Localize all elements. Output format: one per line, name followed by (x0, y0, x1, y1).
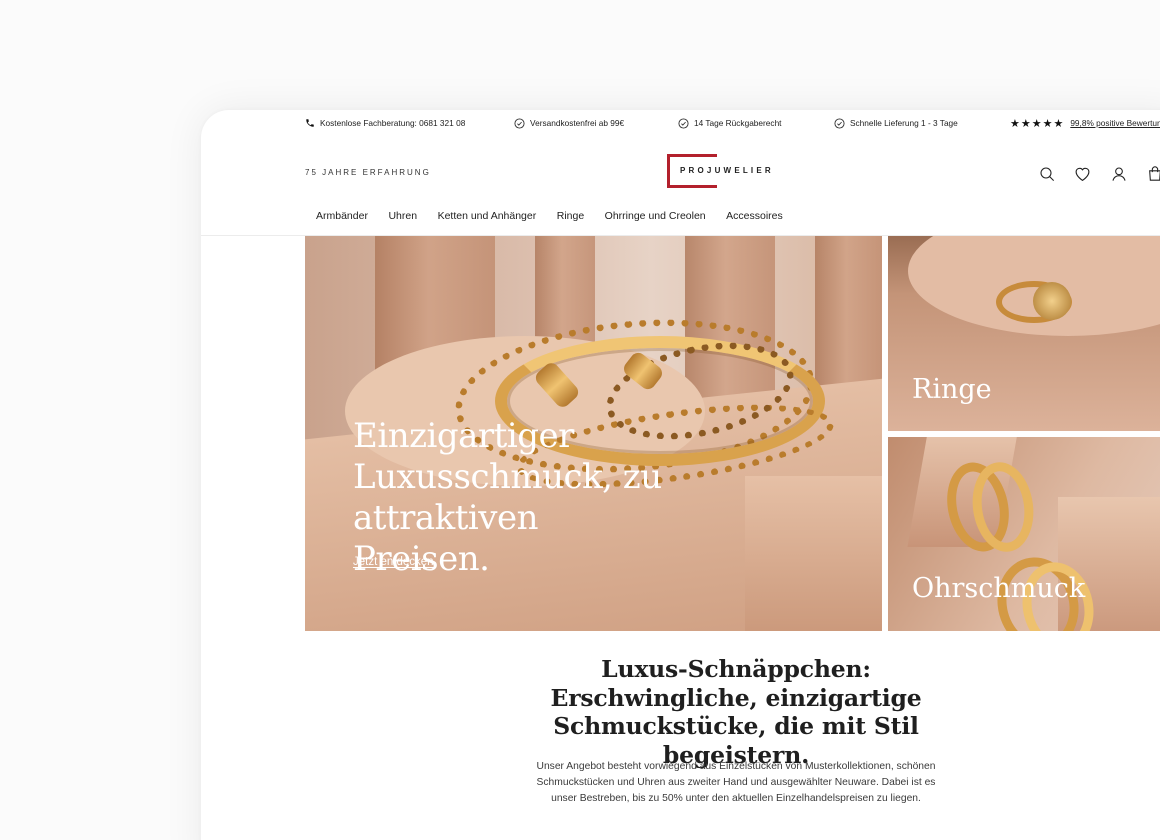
usp-rating[interactable]: ★★★★★ 99,8% positive Bewertungen (1010, 116, 1160, 130)
check-circle-icon (678, 117, 689, 129)
hero-cta-link[interactable]: Jetzt entdecken (353, 556, 434, 568)
usp-shipping-text: Versandkostenfrei ab 99€ (530, 118, 625, 128)
nav-item-ringe[interactable]: Ringe (557, 210, 584, 222)
ring-signet (1033, 282, 1071, 320)
main-navigation: Armbänder Uhren Ketten und Anhänger Ring… (316, 210, 803, 222)
browser-frame: Kostenlose Fachberatung: 0681 321 08 Ver… (201, 110, 1160, 840)
intro-text: Unser Angebot besteht vorwiegend aus Ein… (536, 761, 936, 804)
header-icons (1037, 164, 1160, 183)
user-icon[interactable] (1109, 164, 1128, 183)
nav-item-accessoires[interactable]: Accessoires (726, 210, 783, 222)
rating-link[interactable]: 99,8% positive Bewertungen (1070, 118, 1160, 128)
usp-shipping: Versandkostenfrei ab 99€ (514, 116, 624, 130)
usp-phone-text: Kostenlose Fachberatung: 0681 321 08 (320, 118, 466, 128)
logo-text: PROJUWELIER (678, 166, 776, 175)
nav-item-uhren[interactable]: Uhren (388, 210, 417, 222)
intro-title: Luxus-Schnäppchen: Erschwingliche, einzi… (550, 655, 922, 769)
hero-banner[interactable]: Einzigartiger Luxusschmuck, zu attraktiv… (305, 236, 882, 631)
category-tile-ohrschmuck[interactable]: Ohrschmuck (888, 437, 1160, 631)
nav-item-ohrringe[interactable]: Ohrringe und Creolen (605, 210, 706, 222)
category-label-ohrschmuck: Ohrschmuck (912, 573, 1086, 604)
search-icon[interactable] (1037, 164, 1056, 183)
hero-pedestal-right (745, 476, 882, 631)
phone-icon (306, 119, 314, 127)
rating-stars: ★★★★★ (1010, 117, 1065, 130)
usp-returns: 14 Tage Rückgaberecht (678, 116, 782, 130)
site-logo[interactable]: PROJUWELIER (667, 154, 777, 189)
bag-icon[interactable] (1145, 164, 1160, 183)
usp-delivery: Schnelle Lieferung 1 - 3 Tage (834, 116, 958, 130)
usp-phone[interactable]: Kostenlose Fachberatung: 0681 321 08 (305, 116, 465, 130)
category-tile-ringe[interactable]: Ringe (888, 236, 1160, 431)
nav-item-armbaender[interactable]: Armbänder (316, 210, 368, 222)
check-circle-icon (514, 117, 525, 129)
check-circle-icon (834, 117, 845, 129)
category-label-ringe: Ringe (912, 374, 992, 405)
heart-icon[interactable] (1073, 164, 1092, 183)
experience-tagline: 75 JAHRE ERFAHRUNG (305, 168, 431, 177)
usp-delivery-text: Schnelle Lieferung 1 - 3 Tage (850, 118, 958, 128)
nav-item-ketten[interactable]: Ketten und Anhänger (438, 210, 537, 222)
usp-returns-text: 14 Tage Rückgaberecht (694, 118, 782, 128)
